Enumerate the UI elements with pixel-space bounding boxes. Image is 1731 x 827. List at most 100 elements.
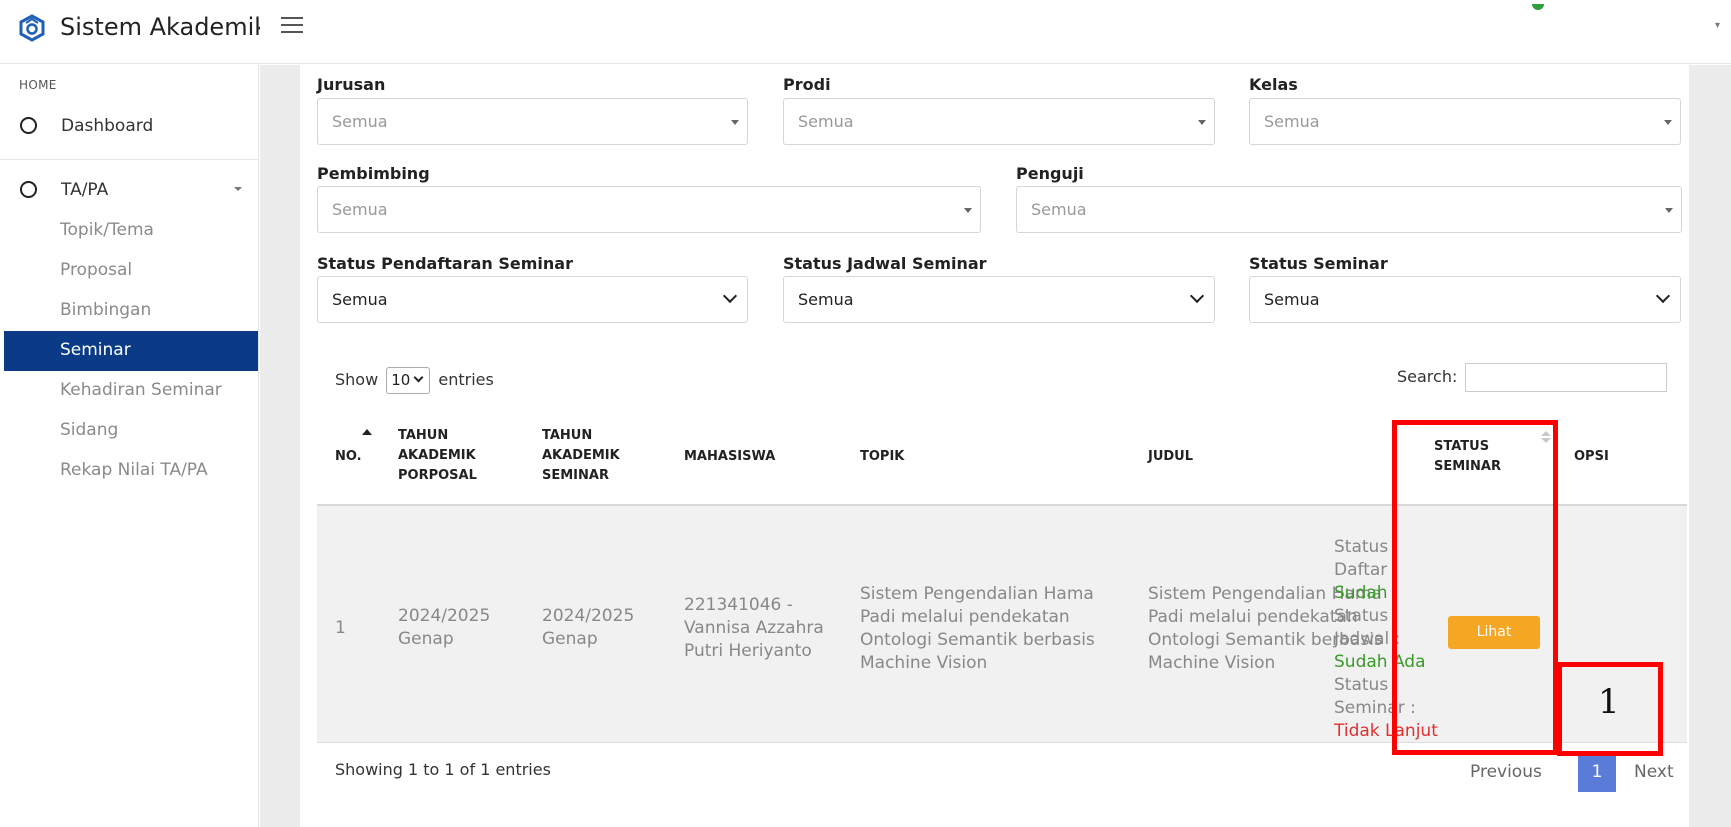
chevron-down-icon bbox=[1189, 288, 1205, 304]
sidebar-subitem-label: Topik/Tema bbox=[60, 220, 154, 240]
filter-label-prodi: Prodi bbox=[783, 75, 831, 94]
caret-down-icon bbox=[964, 208, 972, 213]
select-value: Semua bbox=[1264, 290, 1320, 309]
status-pendaftaran-select[interactable]: Semua bbox=[317, 276, 748, 323]
cell-line: Padi melalui pendekatan bbox=[860, 607, 1070, 627]
previous-page-button[interactable]: Previous bbox=[1470, 762, 1542, 782]
cell-line: Vannisa Azzahra bbox=[684, 618, 824, 638]
show-label: Show bbox=[335, 370, 379, 389]
cell-line: Machine Vision bbox=[860, 653, 988, 673]
entries-label: entries bbox=[438, 370, 494, 389]
search-input[interactable] bbox=[1465, 363, 1667, 392]
sidebar-item-tapa[interactable]: TA/PA bbox=[0, 171, 259, 211]
sidebar-subitem-sidang[interactable]: Sidang bbox=[4, 411, 258, 451]
cell-line: Genap bbox=[542, 629, 598, 649]
sidebar-subitem-bimbingan[interactable]: Bimbingan bbox=[4, 291, 258, 331]
status-seminar-highlight-box bbox=[1392, 420, 1558, 755]
online-status-icon bbox=[1532, 4, 1544, 10]
next-page-button[interactable]: Next bbox=[1634, 762, 1674, 782]
cell-line: 2024/2025 bbox=[398, 606, 491, 626]
sidebar-subitem-label: Rekap Nilai TA/PA bbox=[60, 460, 208, 480]
circle-icon bbox=[20, 117, 37, 134]
sidebar-subitem-label: Sidang bbox=[60, 420, 119, 440]
app-title: Sistem Akademik bbox=[60, 13, 260, 41]
cell-no: 1 bbox=[335, 618, 346, 638]
search-label: Search: bbox=[1397, 367, 1458, 386]
column-header-mahasiswa[interactable]: MAHASISWA bbox=[684, 447, 775, 467]
select-value: Semua bbox=[798, 290, 854, 309]
cell-mahasiswa: 221341046 - Vannisa Azzahra Putri Heriya… bbox=[684, 594, 824, 663]
column-header-tahun-seminar[interactable]: TAHUN AKADEMIK SEMINAR bbox=[542, 426, 620, 486]
caret-down-icon bbox=[731, 120, 739, 125]
sidebar-item-label: TA/PA bbox=[61, 180, 109, 200]
select-value: Semua bbox=[332, 200, 388, 219]
sidebar-section-label: HOME bbox=[19, 78, 57, 92]
sidebar-subitem-kehadiran-seminar[interactable]: Kehadiran Seminar bbox=[4, 371, 258, 411]
user-menu-caret-icon[interactable]: ▾ bbox=[1715, 20, 1720, 31]
caret-down-icon bbox=[1665, 208, 1673, 213]
sidebar-subitem-label: Seminar bbox=[60, 340, 131, 360]
header-line: TAHUN bbox=[542, 428, 593, 443]
header-line: AKADEMIK bbox=[542, 448, 620, 463]
select-value: Semua bbox=[1264, 112, 1320, 131]
filter-label-pembimbing: Pembimbing bbox=[317, 164, 430, 183]
chevron-down-icon bbox=[1655, 288, 1671, 304]
caret-down-icon bbox=[1198, 120, 1206, 125]
sidebar-subitem-label: Kehadiran Seminar bbox=[60, 380, 222, 400]
sidebar-item-label: Dashboard bbox=[61, 116, 154, 136]
status-jadwal-select[interactable]: Semua bbox=[783, 276, 1215, 323]
pembimbing-select[interactable]: Semua bbox=[317, 186, 981, 233]
current-page-button[interactable]: 1 bbox=[1578, 753, 1616, 792]
page-length-value: 10 bbox=[391, 371, 411, 389]
sidebar-subitem-topik[interactable]: Topik/Tema bbox=[4, 211, 258, 251]
filter-label-jurusan: Jurusan bbox=[317, 75, 386, 94]
status-seminar-select[interactable]: Semua bbox=[1249, 276, 1681, 323]
kelas-select[interactable]: Semua bbox=[1249, 98, 1681, 145]
sort-ascending-icon bbox=[362, 429, 372, 435]
top-header: Sistem Akademik ▾ bbox=[0, 0, 1731, 64]
cell-line: Genap bbox=[398, 629, 454, 649]
prodi-select[interactable]: Semua bbox=[783, 98, 1215, 145]
filter-label-status-pendaftaran: Status Pendaftaran Seminar bbox=[317, 254, 573, 273]
page-length-select[interactable]: 10 bbox=[386, 367, 431, 394]
sidebar-subitem-proposal[interactable]: Proposal bbox=[4, 251, 258, 291]
chevron-down-icon bbox=[413, 372, 424, 383]
column-header-topik[interactable]: TOPIK bbox=[860, 447, 904, 467]
filter-label-status-seminar: Status Seminar bbox=[1249, 254, 1388, 273]
select-value: Semua bbox=[798, 112, 854, 131]
circle-icon bbox=[20, 181, 37, 198]
select-value: Semua bbox=[332, 290, 388, 309]
column-header-no[interactable]: NO. bbox=[335, 447, 362, 467]
page-length-control: Show 10 entries bbox=[335, 367, 494, 394]
select-value: Semua bbox=[1031, 200, 1087, 219]
column-header-opsi: OPSI bbox=[1574, 449, 1609, 464]
column-header-judul[interactable]: JUDUL bbox=[1148, 447, 1193, 467]
cell-tahun-proposal: 2024/2025 Genap bbox=[398, 605, 490, 651]
cell-line: Ontologi Semantik berbasis bbox=[860, 630, 1095, 650]
table-info: Showing 1 to 1 of 1 entries bbox=[335, 760, 551, 779]
sidebar-subitem-seminar[interactable]: Seminar bbox=[4, 331, 258, 371]
sidebar-divider bbox=[0, 159, 259, 160]
hamburger-menu-icon[interactable] bbox=[281, 17, 303, 37]
jurusan-select[interactable]: Semua bbox=[317, 98, 748, 145]
sidebar-subitem-label: Proposal bbox=[60, 260, 133, 280]
select-value: Semua bbox=[332, 112, 388, 131]
header-line: PORPOSAL bbox=[398, 468, 477, 483]
caret-down-icon bbox=[1664, 120, 1672, 125]
chevron-down-icon bbox=[234, 187, 242, 191]
cell-line: 2024/2025 bbox=[542, 606, 635, 626]
cell-line: Sistem Pengendalian Hama bbox=[860, 584, 1094, 604]
header-line: TAHUN bbox=[398, 428, 449, 443]
sidebar-item-dashboard[interactable]: Dashboard bbox=[0, 107, 259, 147]
sidebar: HOME Dashboard TA/PA Topik/Tema Proposal… bbox=[0, 65, 259, 827]
column-header-tahun-proposal[interactable]: TAHUN AKADEMIK PORPOSAL bbox=[398, 426, 477, 486]
cell-line: 221341046 - bbox=[684, 595, 793, 615]
app-logo-icon bbox=[19, 14, 45, 42]
header-line: SEMINAR bbox=[542, 468, 609, 483]
filter-label-penguji: Penguji bbox=[1016, 164, 1084, 183]
penguji-select[interactable]: Semua bbox=[1016, 186, 1682, 233]
sidebar-subitem-label: Bimbingan bbox=[60, 300, 152, 320]
sidebar-subitem-rekap-nilai[interactable]: Rekap Nilai TA/PA bbox=[4, 451, 258, 491]
filter-label-kelas: Kelas bbox=[1249, 75, 1298, 94]
cell-topik: Sistem Pengendalian Hama Padi melalui pe… bbox=[860, 583, 1095, 675]
